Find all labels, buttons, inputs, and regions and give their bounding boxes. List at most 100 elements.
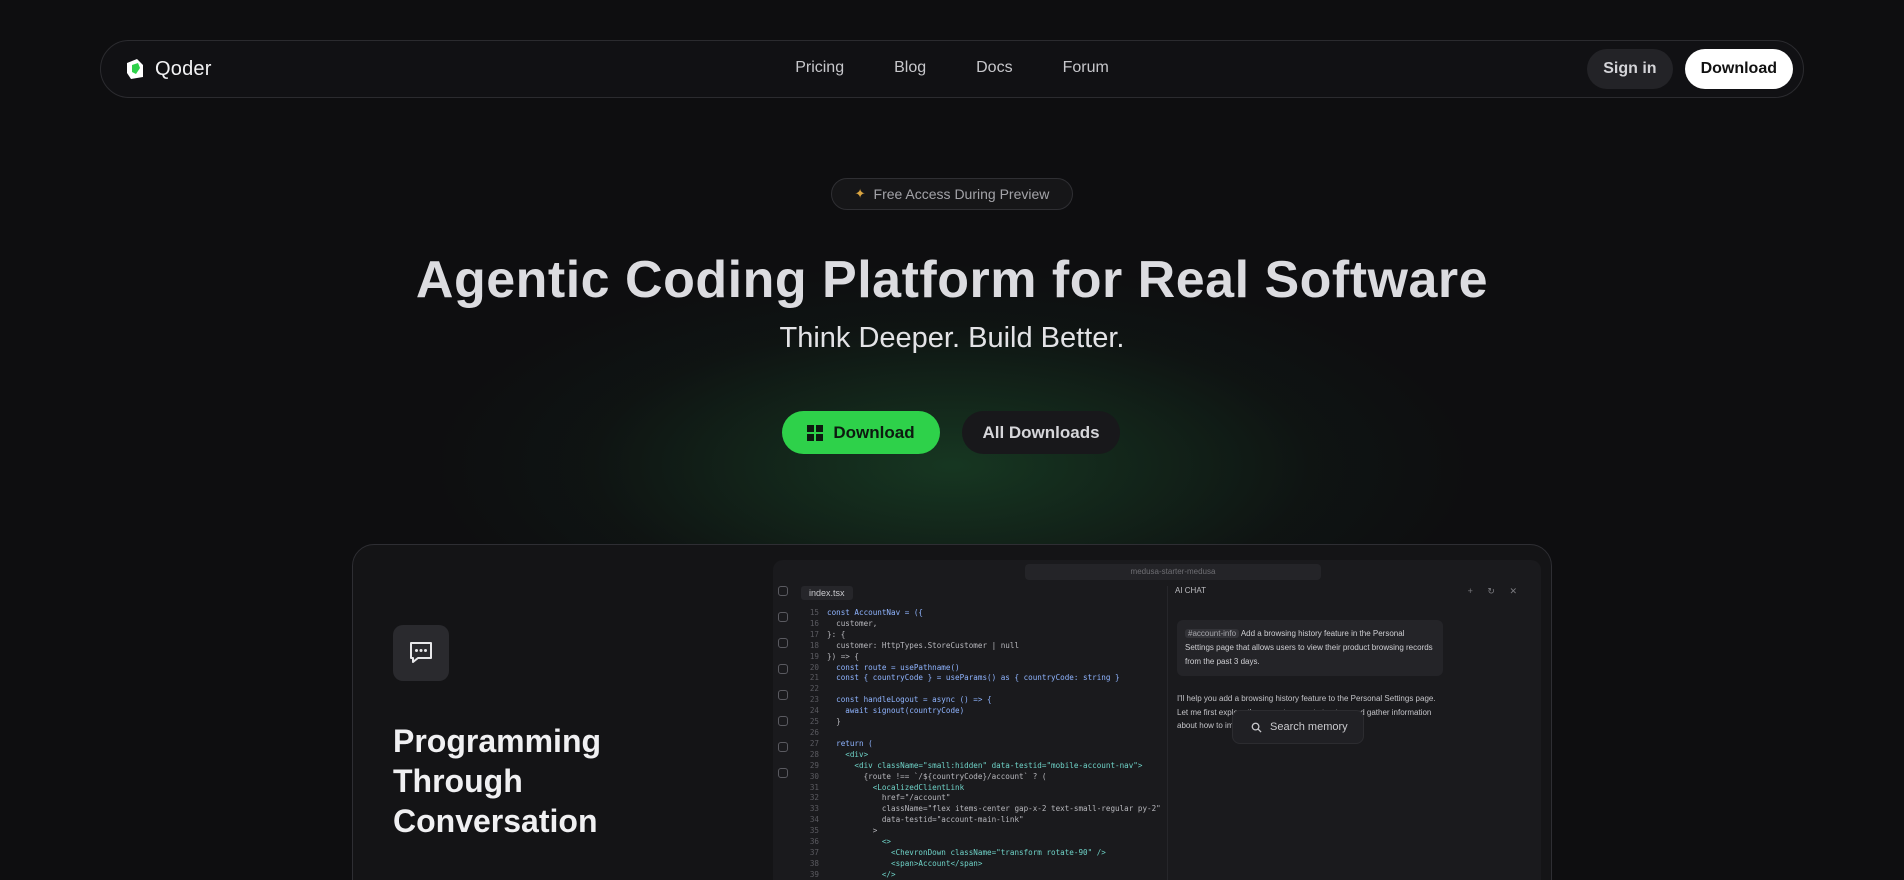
- code-line: 23 const handleLogout = async () => {: [801, 695, 1161, 706]
- code-text: const AccountNav = ({: [827, 608, 924, 617]
- line-number: 25: [809, 717, 819, 727]
- line-number: 27: [809, 738, 819, 748]
- line-number: 24: [809, 706, 819, 716]
- code-line: 37 <ChevronDown className="transform rot…: [801, 848, 1161, 859]
- code-line: 31 <LocalizedClientLink: [801, 783, 1161, 794]
- code-text: <div>: [827, 749, 869, 759]
- code-line: 26: [801, 728, 1161, 739]
- code-text: className="flex items-center gap-x-2 tex…: [827, 804, 1161, 814]
- line-number: 33: [809, 804, 819, 814]
- hero-subtitle: Think Deeper. Build Better.: [779, 322, 1125, 354]
- user-message: #account-info Add a browsing history fea…: [1177, 620, 1443, 676]
- files-icon: [778, 586, 788, 596]
- line-number: 18: [809, 640, 819, 650]
- search-icon: [778, 612, 788, 622]
- code-text: >: [827, 826, 878, 836]
- line-number: 28: [809, 749, 819, 759]
- badge-text: Free Access During Preview: [873, 186, 1050, 202]
- code-line: 24 await signout(countryCode): [801, 706, 1161, 717]
- line-number: 32: [809, 793, 819, 803]
- code-text: }) => {: [827, 651, 860, 661]
- nav-link-docs[interactable]: Docs: [976, 59, 1012, 77]
- qoder-logo-icon: [127, 59, 143, 79]
- code-line: 38 <span>Account</span>: [801, 859, 1161, 870]
- line-number: 37: [809, 847, 819, 857]
- line-number: 31: [809, 782, 819, 792]
- brand-logo[interactable]: Qoder: [123, 57, 212, 81]
- code-text: const handleLogout = async () => {: [827, 695, 992, 705]
- nav-links: Pricing Blog Docs Forum: [101, 59, 1803, 77]
- code-text: await signout(countryCode): [827, 706, 965, 716]
- editor-tab: index.tsx: [801, 586, 853, 600]
- run-icon: [778, 664, 788, 674]
- search-memory-button[interactable]: Search memory: [1232, 710, 1364, 744]
- code-line: 22: [801, 684, 1161, 695]
- line-number: 34: [809, 815, 819, 825]
- code-line: 36 <>: [801, 837, 1161, 848]
- signin-button[interactable]: Sign in: [1587, 49, 1673, 89]
- code-line: 21 const { countryCode } = useParams() a…: [801, 673, 1161, 684]
- feature-title: Programming Through Conversation: [393, 723, 602, 839]
- nav-link-pricing[interactable]: Pricing: [795, 59, 844, 77]
- line-number: 19: [809, 651, 819, 661]
- code-line: 15 const AccountNav = ({: [801, 608, 1161, 619]
- line-number: 23: [809, 695, 819, 705]
- code-line: 16 customer,: [801, 619, 1161, 630]
- code-text: }: [827, 717, 841, 727]
- panel-divider: [1167, 586, 1168, 880]
- debug-icon: [778, 716, 788, 726]
- nav-actions: Sign in Download: [1587, 49, 1793, 89]
- settings-icon: [778, 690, 788, 700]
- code-line: 18 customer: HttpTypes.StoreCustomer | n…: [801, 641, 1161, 652]
- ide-activity-bar: [773, 586, 793, 880]
- line-number: 21: [809, 673, 819, 683]
- code-text: <div className="small:hidden" data-testi…: [827, 760, 1143, 770]
- top-navbar: Qoder Pricing Blog Docs Forum Sign in Do…: [100, 40, 1804, 98]
- ide-preview: medusa-starter-medusa index.tsx 15 const …: [773, 560, 1541, 880]
- nav-link-forum[interactable]: Forum: [1063, 59, 1109, 77]
- code-line: 29 <div className="small:hidden" data-te…: [801, 761, 1161, 772]
- code-line: 19 }) => {: [801, 652, 1161, 663]
- code-text: <LocalizedClientLink: [827, 782, 965, 792]
- magic-wand-icon: ✦: [854, 186, 866, 201]
- line-number: 36: [809, 837, 819, 847]
- windows-icon: [807, 424, 824, 441]
- code-text: <ChevronDown className="transform rotate…: [827, 847, 1106, 857]
- chat-bubble-icon: [393, 625, 449, 681]
- code-text: return (: [827, 738, 873, 748]
- code-line: 35 >: [801, 826, 1161, 837]
- code-text: customer: HttpTypes.StoreCustomer | null: [827, 640, 1020, 650]
- preview-badge[interactable]: ✦ Free Access During Preview: [831, 178, 1073, 210]
- hero-title: Agentic Coding Platform for Real Softwar…: [415, 251, 1489, 309]
- chat-icon: [778, 742, 788, 752]
- source-control-icon: [778, 638, 788, 648]
- line-number: 30: [809, 771, 819, 781]
- line-number: 16: [809, 618, 819, 628]
- search-icon: [1251, 722, 1262, 733]
- code-line: 25 }: [801, 717, 1161, 728]
- code-line: 34 data-testid="account-main-link": [801, 815, 1161, 826]
- code-text: </>: [827, 869, 896, 879]
- ide-command-bar: medusa-starter-medusa: [1025, 564, 1321, 580]
- code-text: <span>Account</span>: [827, 858, 983, 868]
- code-editor: 15 const AccountNav = ({ 16 customer, 17 }: …: [801, 608, 1161, 880]
- line-number: 15: [809, 608, 819, 617]
- all-downloads-button[interactable]: All Downloads: [962, 411, 1120, 454]
- code-line: 32 href="/account": [801, 793, 1161, 804]
- code-text: href="/account": [827, 793, 951, 803]
- hero-download-button[interactable]: Download: [782, 411, 940, 454]
- code-text: <>: [827, 837, 892, 847]
- code-line: 33 className="flex items-center gap-x-2 …: [801, 804, 1161, 815]
- feature-card: Programming Through Conversation medusa-…: [352, 544, 1552, 880]
- hero-download-label: Download: [833, 422, 915, 442]
- nav-link-blog[interactable]: Blog: [894, 59, 926, 77]
- nav-download-button[interactable]: Download: [1684, 49, 1793, 89]
- line-number: 35: [809, 826, 819, 836]
- line-number: 26: [809, 727, 819, 737]
- chat-header-icons: + ↻ ✕: [1467, 586, 1523, 596]
- extensions-icon: [778, 768, 788, 778]
- line-number: 17: [809, 629, 819, 639]
- code-text: }: {: [827, 629, 846, 639]
- line-number: 38: [809, 858, 819, 868]
- code-line: 30 {route !== `/${countryCode}/account` …: [801, 772, 1161, 783]
